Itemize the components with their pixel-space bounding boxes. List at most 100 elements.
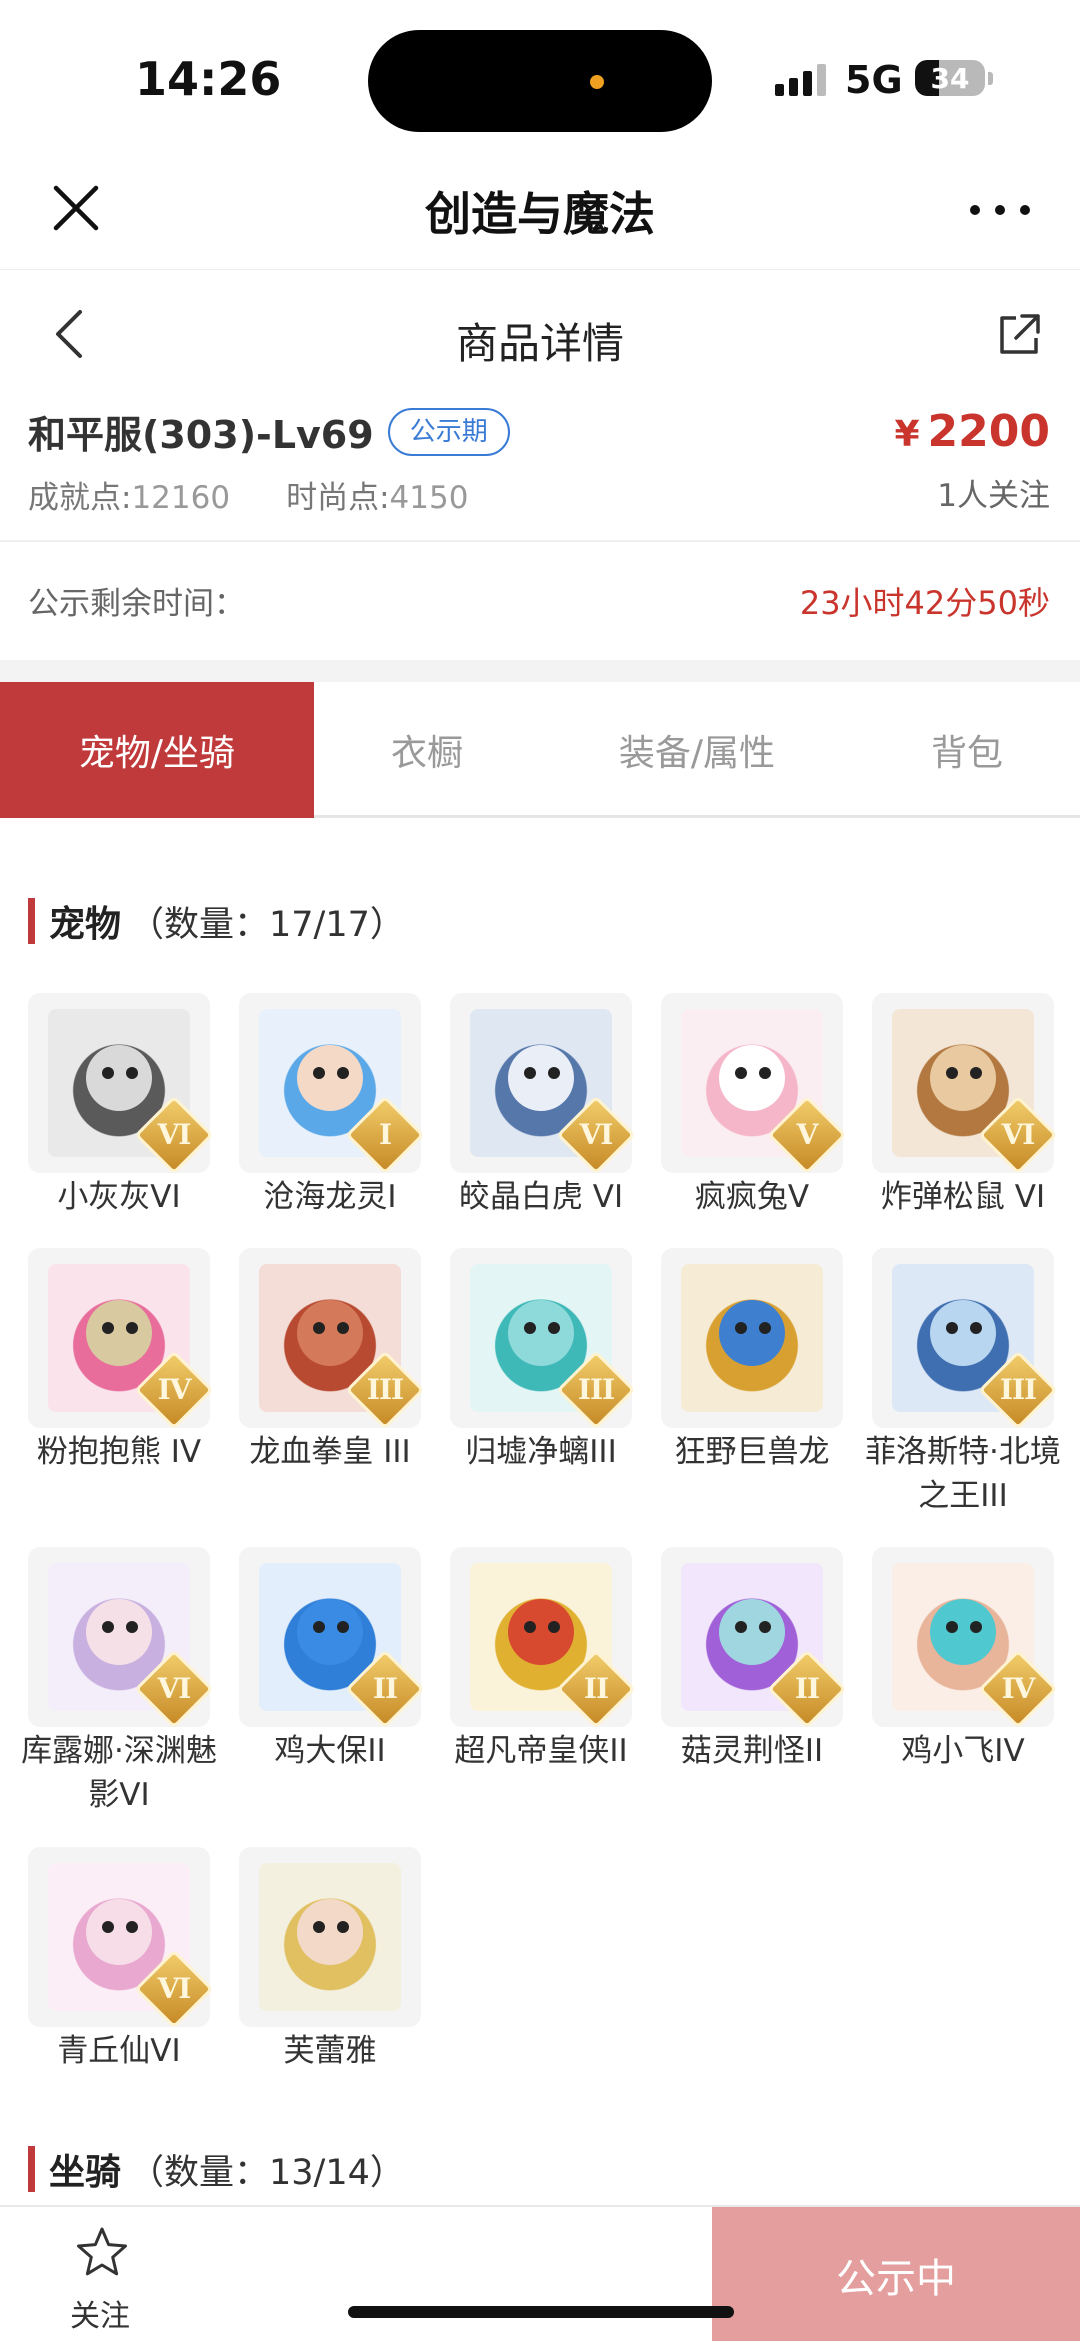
pet-item[interactable]: 狂野巨兽龙 (661, 1248, 843, 1474)
pet-eye (970, 1067, 982, 1079)
pet-name: 小灰灰VI (57, 1179, 181, 1215)
grade-label: VI (1001, 1118, 1036, 1151)
pet-face (930, 1599, 996, 1665)
section-count: （数量：17/17） (129, 904, 405, 945)
pet-eye (735, 1621, 747, 1633)
pet-item[interactable]: VI 青丘仙VI (28, 1847, 214, 2073)
pet-item[interactable]: VI 皎晶白虎 VI (450, 993, 636, 1219)
pet-eye (337, 1322, 349, 1334)
pet-item[interactable]: VI 小灰灰VI (28, 993, 214, 1219)
follower-count: 1人关注 (937, 478, 1050, 514)
pet-eye (759, 1067, 771, 1079)
status-time: 14:26 (135, 52, 282, 106)
pet-item[interactable]: III 归墟净螭III (450, 1248, 636, 1474)
pet-eye (102, 1921, 114, 1933)
detail-nav: 商品详情 (0, 272, 1080, 396)
product-name-row: 和平服(303)-Lv69 公示期 (28, 404, 510, 459)
status-badge: 公示期 (387, 407, 510, 456)
publicity-status-button[interactable]: 公示中 (712, 2207, 1080, 2341)
grade-label: II (583, 1672, 609, 1705)
home-indicator (348, 2306, 734, 2318)
more-button[interactable] (970, 200, 1030, 220)
pet-face (86, 1899, 152, 1965)
pet-item[interactable]: V 疯疯兔V (661, 993, 847, 1219)
pet-eye (970, 1621, 982, 1633)
tab-backpack[interactable]: 背包 (854, 682, 1080, 818)
share-button[interactable] (996, 312, 1042, 358)
pet-item[interactable]: IV 粉抱抱熊 IV (28, 1248, 214, 1474)
pet-image-tile: VI (28, 1547, 214, 1729)
pet-name: 狂野巨兽龙 (674, 1434, 830, 1470)
pet-item[interactable]: II 鸡大保II (239, 1547, 425, 1773)
pet-name: 皎晶白虎 VI (458, 1179, 624, 1215)
pet-item[interactable]: I 沧海龙灵I (239, 993, 425, 1219)
bottom-bar: 关注 公示中 (0, 2205, 1080, 2341)
mounts-section-header: 坐骑 （数量：13/14） (28, 2142, 405, 2196)
pet-image-tile: II (661, 1547, 847, 1729)
pet-portrait (681, 1264, 823, 1412)
grade-label: VI (579, 1118, 614, 1151)
pet-face (719, 1599, 785, 1665)
pet-face (297, 1045, 363, 1111)
pet-name: 库露娜·深渊魅影VI (21, 1733, 217, 1813)
pet-image-tile: I (239, 993, 425, 1175)
pet-name: 沧海龙灵I (263, 1179, 397, 1215)
pet-item[interactable]: III 龙血拳皇 III (239, 1248, 425, 1474)
grade-label: VI (157, 1118, 192, 1151)
tab-pets-mounts[interactable]: 宠物/坐骑 (0, 682, 314, 818)
tab-equipment-attributes[interactable]: 装备/属性 (540, 682, 854, 818)
pet-face (930, 1045, 996, 1111)
pet-name: 归墟净螭III (465, 1434, 617, 1470)
pet-face (719, 1300, 785, 1366)
pet-face (508, 1599, 574, 1665)
page-title: 商品详情 (455, 319, 624, 368)
pet-image-tile: II (239, 1547, 425, 1729)
pet-eye (735, 1067, 747, 1079)
pets-section-header: 宠物 （数量：17/17） (28, 894, 405, 948)
pet-eye (524, 1067, 536, 1079)
pet-item[interactable]: VI 炸弹松鼠 VI (872, 993, 1058, 1219)
pet-image-tile (661, 1248, 843, 1428)
product-stats: 成就点:12160 时尚点:4150 (28, 472, 468, 517)
pet-eye (946, 1621, 958, 1633)
pet-image-tile: VI (28, 1847, 214, 2029)
pet-eye (313, 1067, 325, 1079)
pet-image-tile: IV (28, 1248, 214, 1430)
pet-eye (313, 1621, 325, 1633)
pet-item[interactable]: II 菇灵荆怪II (661, 1547, 847, 1773)
grade-label: III (577, 1373, 615, 1406)
pet-name: 粉抱抱熊 IV (36, 1434, 202, 1470)
star-icon (77, 2227, 127, 2276)
tab-wardrobe[interactable]: 衣橱 (314, 682, 540, 818)
pet-eye (102, 1621, 114, 1633)
grade-label: VI (157, 1972, 192, 2005)
section-title: 宠物 (49, 904, 122, 945)
fashion-value: 4150 (389, 480, 469, 516)
pet-face (508, 1300, 574, 1366)
pet-item[interactable]: 芙蕾雅 (239, 1847, 421, 2073)
pet-item[interactable]: IV 鸡小飞IV (872, 1547, 1058, 1773)
indicator-dot (590, 75, 604, 89)
pet-face (86, 1045, 152, 1111)
pet-eye (524, 1621, 536, 1633)
pet-item[interactable]: II 超凡帝皇侠II (450, 1547, 636, 1773)
pet-face (719, 1045, 785, 1111)
pet-item[interactable]: VI 库露娜·深渊魅影VI (21, 1547, 217, 1817)
pet-eye (548, 1621, 560, 1633)
pet-name: 菲洛斯特·北境之王III (865, 1434, 1061, 1514)
pet-eye (337, 1621, 349, 1633)
tab-bar: 宠物/坐骑 衣橱 装备/属性 背包 (0, 682, 1080, 818)
pet-image-tile: III (450, 1248, 636, 1430)
follow-button[interactable]: 关注 (0, 2207, 200, 2341)
signal-icon (775, 62, 826, 96)
pet-name: 鸡小飞IV (901, 1733, 1025, 1769)
pet-eye (126, 1621, 138, 1633)
pet-name: 疯疯兔V (694, 1179, 810, 1215)
pet-item[interactable]: III 菲洛斯特·北境之王III (865, 1248, 1061, 1518)
pet-portrait (259, 1863, 401, 2011)
more-dot (1020, 205, 1030, 215)
pet-face (297, 1300, 363, 1366)
pet-eye (102, 1322, 114, 1334)
achievement-label: 成就点: (28, 480, 132, 516)
grade-label: II (372, 1672, 398, 1705)
